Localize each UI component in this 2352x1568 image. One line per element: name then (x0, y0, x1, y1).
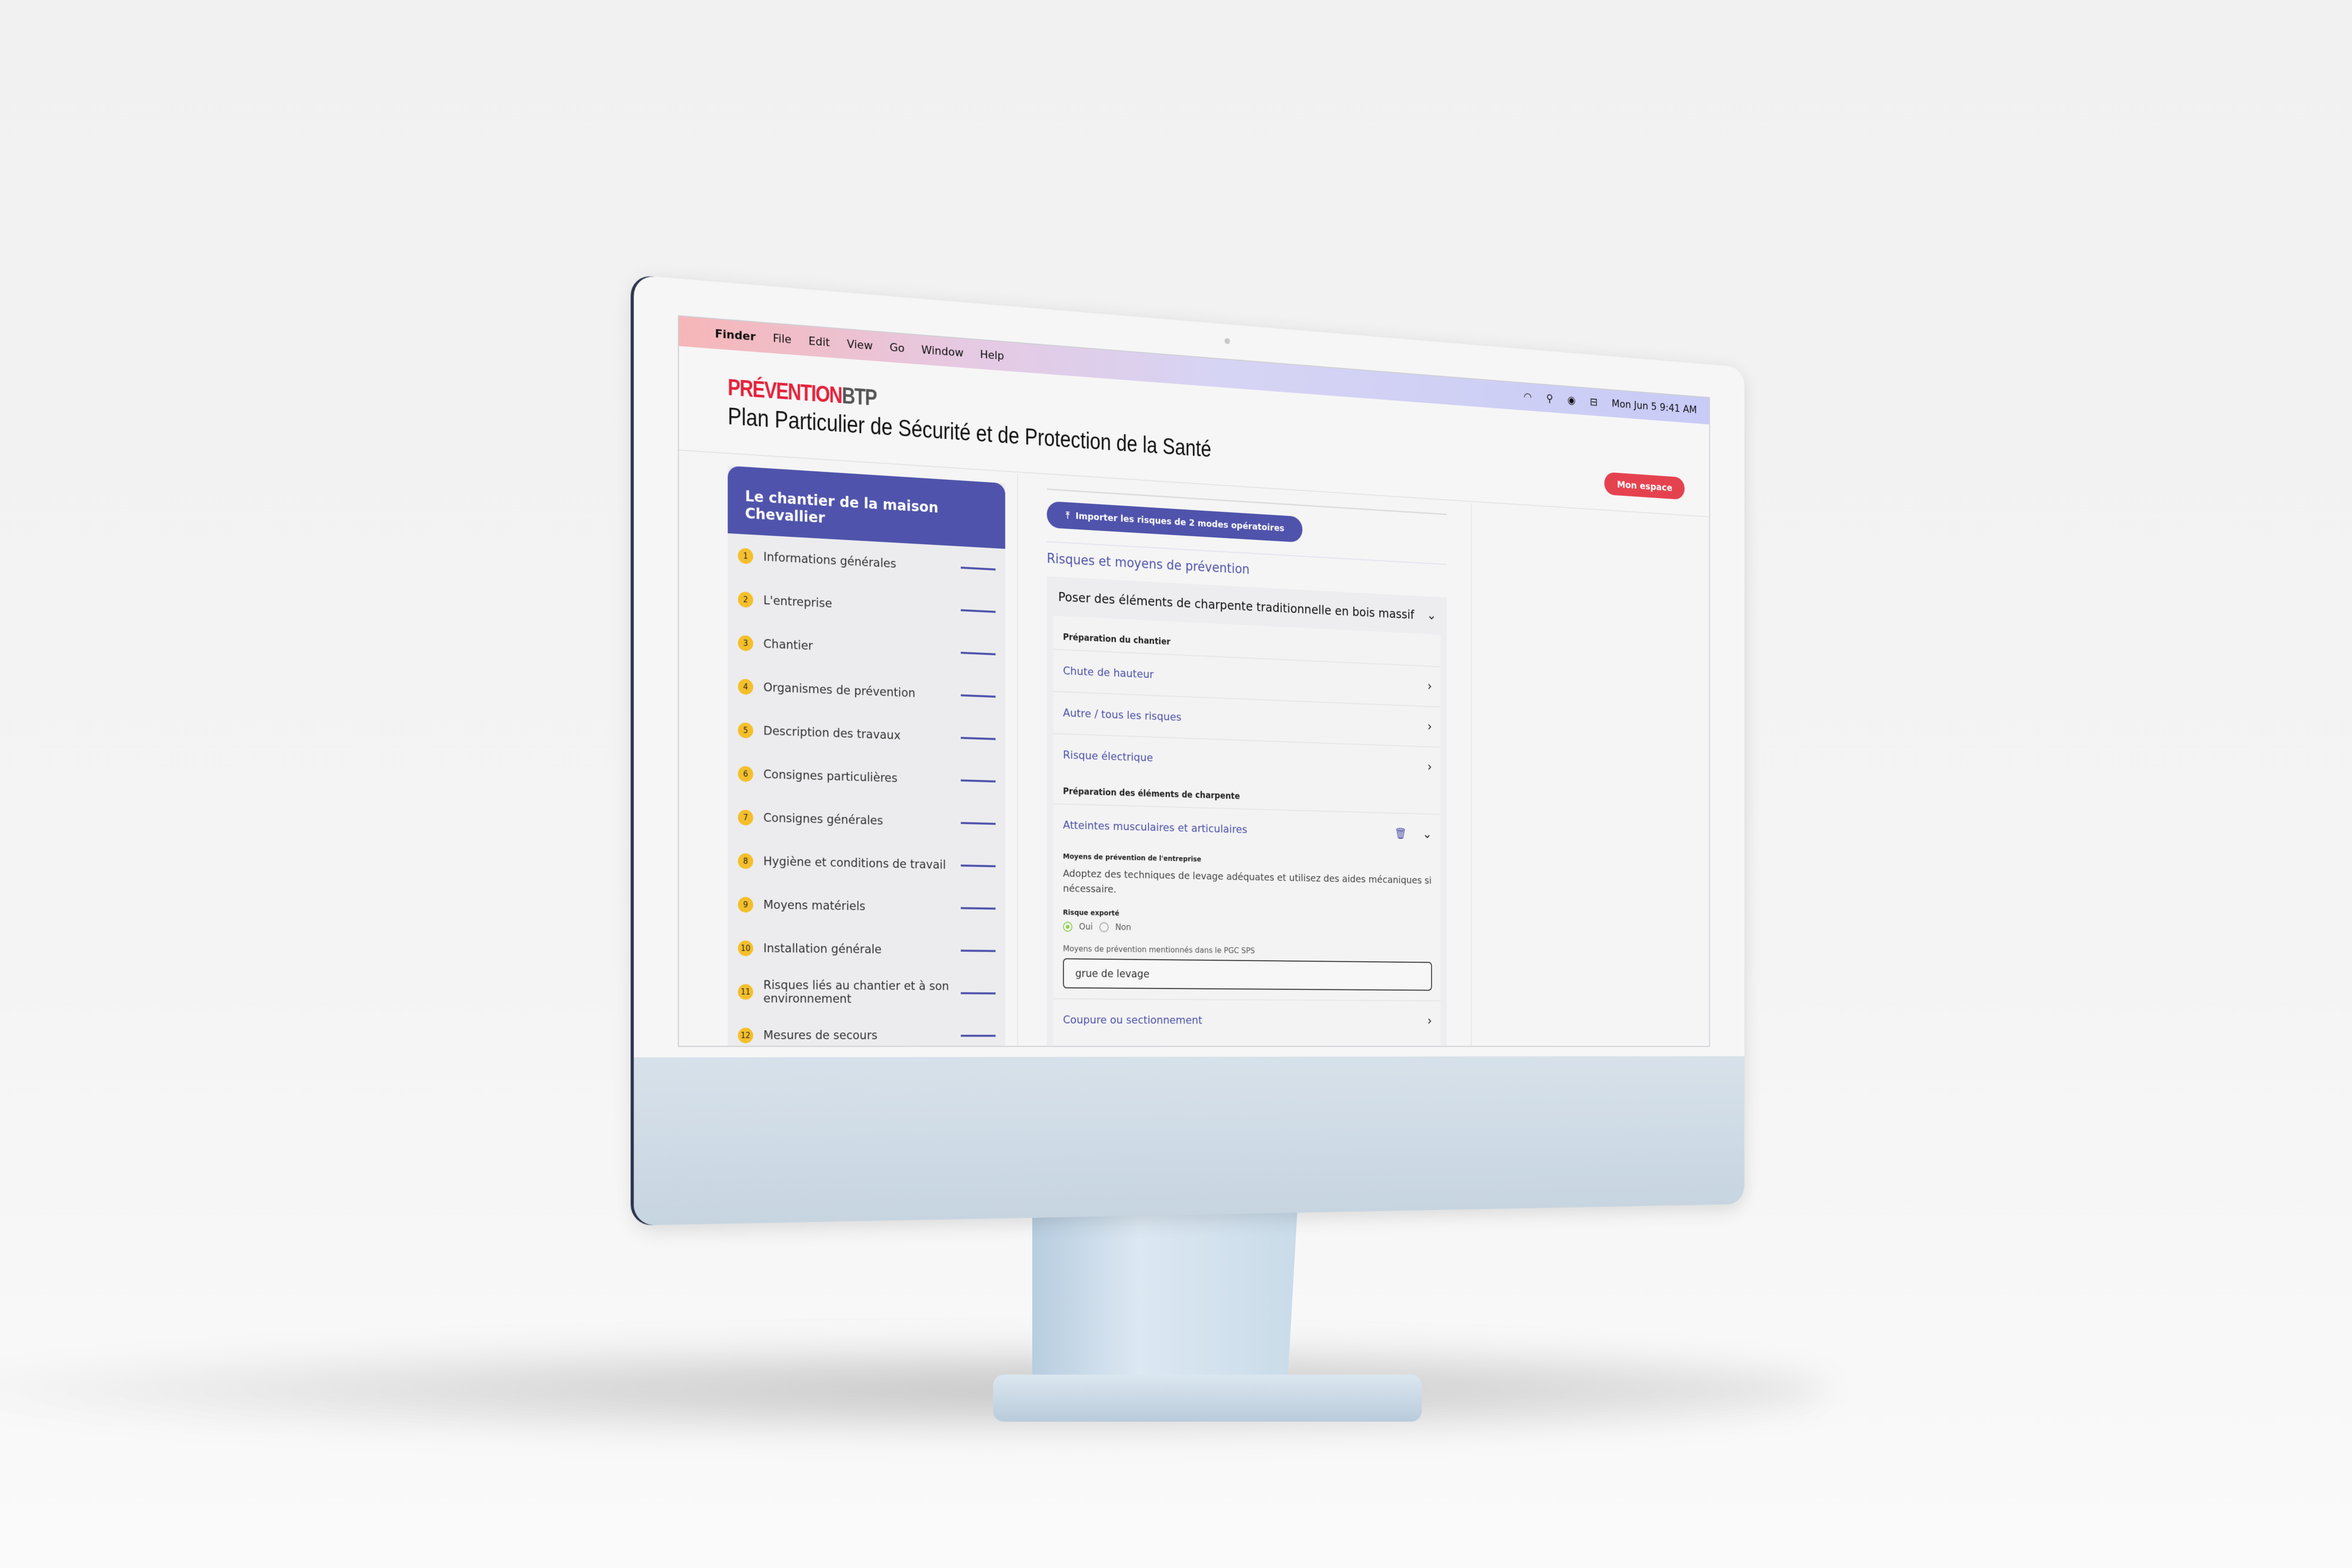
step-number-badge: 11 (737, 984, 754, 1000)
progress-bar (961, 907, 996, 910)
main-panel: ⤒ Importer les risques de 2 modes opérat… (1017, 474, 1472, 1047)
chevron-right-icon: › (1427, 719, 1432, 734)
pgc-means-label: Moyens de prévention mentionnés dans le … (1063, 943, 1255, 955)
step-number-badge: 3 (737, 635, 754, 652)
progress-bar (961, 694, 996, 698)
sidebar-item-label: Consignes générales (763, 811, 883, 828)
pgc-means-input[interactable]: grue de levage (1063, 958, 1432, 991)
sidebar-item[interactable]: 7 Consignes générales (728, 795, 1005, 846)
export-label: Risque exporté (1063, 908, 1120, 918)
control-center-icon[interactable]: ⊟ (1590, 396, 1598, 409)
search-icon[interactable]: ⚲ (1546, 393, 1553, 405)
sidebar-item-label: Informations générales (763, 550, 896, 571)
step-number-badge: 10 (737, 940, 754, 956)
accordion-mode-operatoire: Poser des éléments de charpente traditio… (1046, 576, 1447, 1047)
mon-espace-button[interactable]: Mon espace (1604, 471, 1685, 500)
step-number-badge: 1 (737, 548, 754, 564)
risk-detail: Moyens de prévention de l'entreprise Ado… (1054, 852, 1441, 1000)
radio-non[interactable] (1099, 922, 1109, 932)
sidebar-item[interactable]: 10 Installation générale (728, 926, 1005, 972)
import-risks-button[interactable]: ⤒ Importer les risques de 2 modes opérat… (1046, 501, 1302, 543)
risk-item[interactable]: Coupure ou sectionnement › (1053, 998, 1441, 1041)
step-number-badge: 8 (737, 853, 754, 869)
trash-icon[interactable]: 🗑 (1394, 827, 1406, 840)
sidebar-item-label: Organismes de prévention (763, 681, 916, 700)
chevron-right-icon: › (1427, 679, 1432, 694)
sidebar-item-label: Moyens matériels (763, 898, 866, 914)
progress-bar (961, 779, 996, 783)
sidebar-item-label: Consignes particulières (763, 767, 898, 786)
progress-bar (961, 651, 996, 655)
screen: Finder File Edit View Go Window Help ◠ ⚲… (678, 315, 1710, 1047)
step-number-badge: 7 (737, 809, 754, 826)
wifi-icon[interactable]: ◠ (1524, 391, 1532, 403)
menu-help[interactable]: Help (980, 348, 1004, 363)
menu-window[interactable]: Window (921, 343, 964, 360)
camera (1224, 338, 1230, 344)
user-icon[interactable]: ◉ (1567, 394, 1575, 407)
sidebar-item[interactable]: 9 Moyens matériels (728, 883, 1005, 930)
chevron-right-icon: › (1427, 1013, 1432, 1029)
progress-bar (961, 567, 996, 571)
upload-icon: ⤒ (1066, 510, 1076, 522)
sidebar-item[interactable]: 12 Mesures de secours (728, 1013, 1005, 1047)
chevron-down-icon: ⌄ (1422, 826, 1432, 842)
sidebar-item-label: Mesures de secours (763, 1029, 878, 1043)
progress-bar (961, 736, 996, 740)
menu-edit[interactable]: Edit (809, 335, 830, 350)
sidebar-item[interactable]: 6 Consignes particulières (728, 752, 1005, 803)
sidebar-item-label: L'entreprise (763, 594, 832, 611)
progress-bar (961, 992, 996, 995)
progress-bar (961, 864, 996, 868)
step-number-badge: 9 (737, 896, 754, 913)
sidebar-item-label: Installation générale (763, 941, 882, 956)
imac-stand-foot (993, 1375, 1422, 1422)
chevron-right-icon: › (1427, 759, 1432, 775)
sidebar-item-label: Chantier (763, 637, 813, 653)
sidebar-item-label: Hygiène et conditions de travail (763, 855, 946, 872)
company-means-text: Adoptez des techniques de levage adéquat… (1063, 867, 1432, 895)
progress-bar (961, 949, 996, 952)
sidebar-item[interactable]: 11 Risques liés au chantier et à son envi… (728, 970, 1005, 1014)
step-number-badge: 4 (737, 678, 754, 695)
step-number-badge: 5 (737, 722, 754, 739)
imac-chin (633, 1056, 1745, 1226)
progress-bar (961, 822, 996, 825)
floor-shadow (0, 1338, 1829, 1443)
menu-file[interactable]: File (773, 332, 792, 346)
company-means-label: Moyens de prévention de l'entreprise (1063, 852, 1202, 864)
sidebar: Le chantier de la maison Chevallier 1 Inf… (728, 466, 1006, 1047)
menu-view[interactable]: View (847, 338, 873, 352)
radio-oui[interactable] (1063, 921, 1073, 932)
radio-oui-label[interactable]: Oui (1079, 922, 1093, 932)
sidebar-item-label: Risques liés au chantier et à son enviro… (763, 978, 949, 1006)
imac-stand-neck (1032, 1202, 1298, 1390)
menubar-clock[interactable]: Mon Jun 5 9:41 AM (1612, 398, 1697, 416)
menu-finder[interactable]: Finder (715, 328, 756, 344)
page-title: Plan Particulier de Sécurité et de Prote… (728, 402, 1212, 462)
step-number-badge: 12 (737, 1028, 754, 1044)
step-number-badge: 6 (737, 766, 754, 782)
progress-bar (961, 609, 996, 613)
menu-go[interactable]: Go (890, 341, 905, 355)
imac-monitor: Finder File Edit View Go Window Help ◠ ⚲… (633, 274, 1745, 1226)
progress-bar (961, 1034, 996, 1037)
sidebar-item-label: Description des travaux (763, 724, 901, 743)
sidebar-item[interactable]: 8 Hygiène et conditions de travail (728, 839, 1005, 887)
radio-non-label[interactable]: Non (1115, 923, 1131, 932)
step-number-badge: 2 (737, 591, 754, 608)
chevron-down-icon[interactable]: ⌄ (1427, 608, 1436, 622)
